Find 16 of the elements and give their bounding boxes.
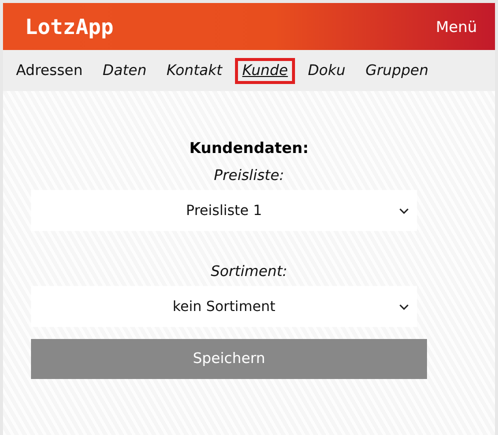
dropdown[interactable]: kein Sortiment (31, 286, 417, 327)
field-label: Preisliste: (214, 168, 284, 184)
save-button[interactable]: Speichern (31, 339, 427, 379)
app-logo: LotzApp (25, 14, 114, 38)
nav-tab[interactable]: Doku (300, 58, 352, 84)
nav-tab[interactable]: Kunde (235, 58, 295, 84)
nav-tab[interactable]: Gruppen (358, 58, 436, 84)
nav-tab[interactable]: Kontakt (160, 58, 230, 84)
field-label: Sortiment: (210, 264, 288, 280)
nav-tab[interactable]: Adressen (9, 58, 90, 84)
menu-link[interactable]: Menü (436, 18, 477, 36)
chevron-down-icon (399, 304, 409, 310)
form-title: Kundendaten: (189, 139, 309, 157)
nav-tab[interactable]: Daten (96, 58, 154, 84)
dropdown[interactable]: Preisliste 1 (31, 190, 417, 231)
chevron-down-icon (399, 208, 409, 214)
